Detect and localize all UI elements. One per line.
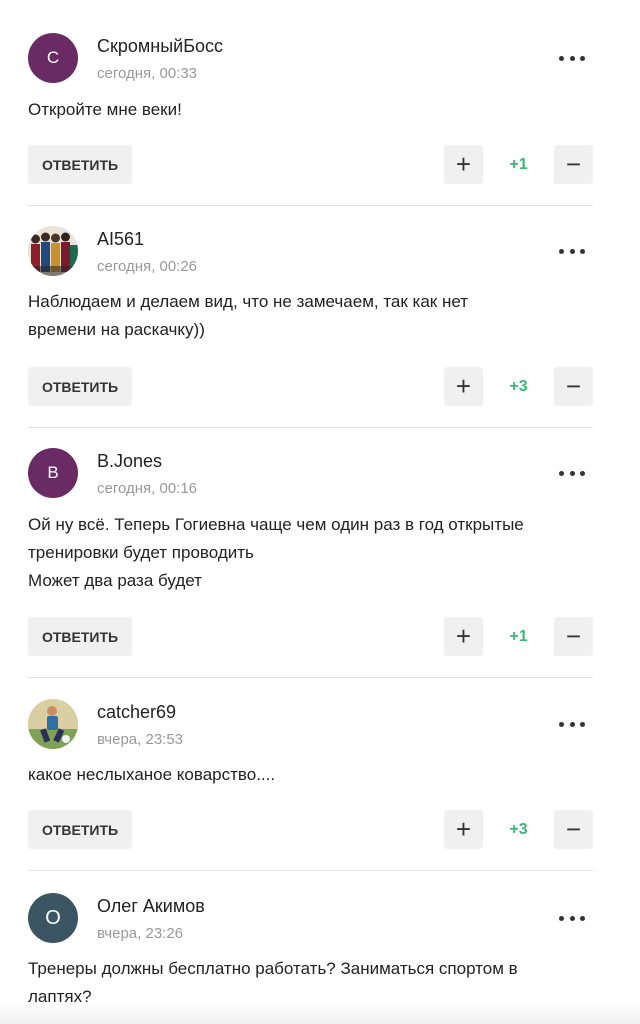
plus-icon: + <box>455 371 472 401</box>
reply-button[interactable]: ОТВЕТИТЬ <box>28 145 132 184</box>
upvote-button[interactable]: + <box>444 617 483 656</box>
more-dots-icon[interactable] <box>559 716 585 732</box>
downvote-button[interactable]: − <box>554 145 593 184</box>
comment-author[interactable]: Олег Акимов <box>97 896 205 917</box>
comment-score: +3 <box>509 820 528 838</box>
avatar-letter: О <box>45 906 61 929</box>
reply-button[interactable]: ОТВЕТИТЬ <box>28 810 132 849</box>
comment-text-line: Может два раза будет <box>28 571 202 590</box>
comment-date: вчера, 23:26 <box>97 925 184 942</box>
minus-icon: − <box>565 371 582 401</box>
comment-author[interactable]: СкромныйБосс <box>97 36 223 57</box>
comment-author[interactable]: AI561 <box>97 229 144 250</box>
comment-date: вчера, 23:53 <box>97 731 184 748</box>
comment-text: Наблюдаем и делаем вид, что не замечаем,… <box>28 288 593 344</box>
plus-icon: + <box>455 149 472 179</box>
plus-icon: + <box>455 621 472 651</box>
comment-text-line: Откройте мне веки! <box>28 100 182 119</box>
downvote-button[interactable]: − <box>554 367 593 406</box>
more-dots-icon[interactable] <box>559 50 585 66</box>
comment-text-line: какое неслыханое коварство.... <box>28 765 276 784</box>
downvote-button[interactable]: − <box>554 810 593 849</box>
comment-text-line: Ой ну всё. Теперь Гогиевна чаще чем один… <box>28 515 524 534</box>
comment-author[interactable]: catcher69 <box>97 702 176 723</box>
avatar-image <box>28 699 78 749</box>
user-photo-icon[interactable] <box>28 226 78 276</box>
more-dots-icon[interactable] <box>559 243 585 259</box>
comment-divider <box>28 870 593 871</box>
comment-divider <box>28 427 593 428</box>
avatar[interactable]: С <box>28 33 78 83</box>
bottom-fade <box>0 1002 640 1024</box>
comment-date: сегодня, 00:16 <box>97 480 198 497</box>
comment-date: сегодня, 00:33 <box>97 65 198 82</box>
avatar[interactable]: B <box>28 448 78 498</box>
minus-icon: − <box>565 149 582 179</box>
reply-button[interactable]: ОТВЕТИТЬ <box>28 367 132 406</box>
comment-text: Ой ну всё. Теперь Гогиевна чаще чем один… <box>28 511 593 595</box>
avatar[interactable]: О <box>28 893 78 943</box>
comment-text-line: времени на раскачку)) <box>28 320 205 339</box>
comment-text-line: Наблюдаем и делаем вид, что не замечаем,… <box>28 292 469 311</box>
comment-date: сегодня, 00:26 <box>97 258 198 275</box>
plus-icon: + <box>455 814 472 844</box>
downvote-button[interactable]: − <box>554 617 593 656</box>
comment-author[interactable]: B.Jones <box>97 451 162 472</box>
upvote-button[interactable]: + <box>444 810 483 849</box>
comment-divider <box>28 205 593 206</box>
upvote-button[interactable]: + <box>444 367 483 406</box>
more-dots-icon[interactable] <box>559 910 585 926</box>
comment-score: +1 <box>509 155 528 173</box>
comment-score: +1 <box>509 627 528 645</box>
comment-divider <box>28 677 593 678</box>
minus-icon: − <box>565 621 582 651</box>
more-dots-icon[interactable] <box>559 465 585 481</box>
minus-icon: − <box>565 814 582 844</box>
avatar-image <box>28 226 78 276</box>
comment-text-line: Тренеры должны бесплатно работать? Заним… <box>28 959 518 978</box>
user-photo-icon[interactable] <box>28 699 78 749</box>
comment-text: Откройте мне веки! <box>28 96 593 124</box>
comment-text-line: тренировки будет проводить <box>28 543 254 562</box>
upvote-button[interactable]: + <box>444 145 483 184</box>
avatar-letter: B <box>47 463 59 482</box>
comment-text: какое неслыханое коварство.... <box>28 761 593 789</box>
avatar-letter: С <box>46 48 60 67</box>
comment-score: +3 <box>509 377 528 395</box>
reply-button[interactable]: ОТВЕТИТЬ <box>28 617 132 656</box>
